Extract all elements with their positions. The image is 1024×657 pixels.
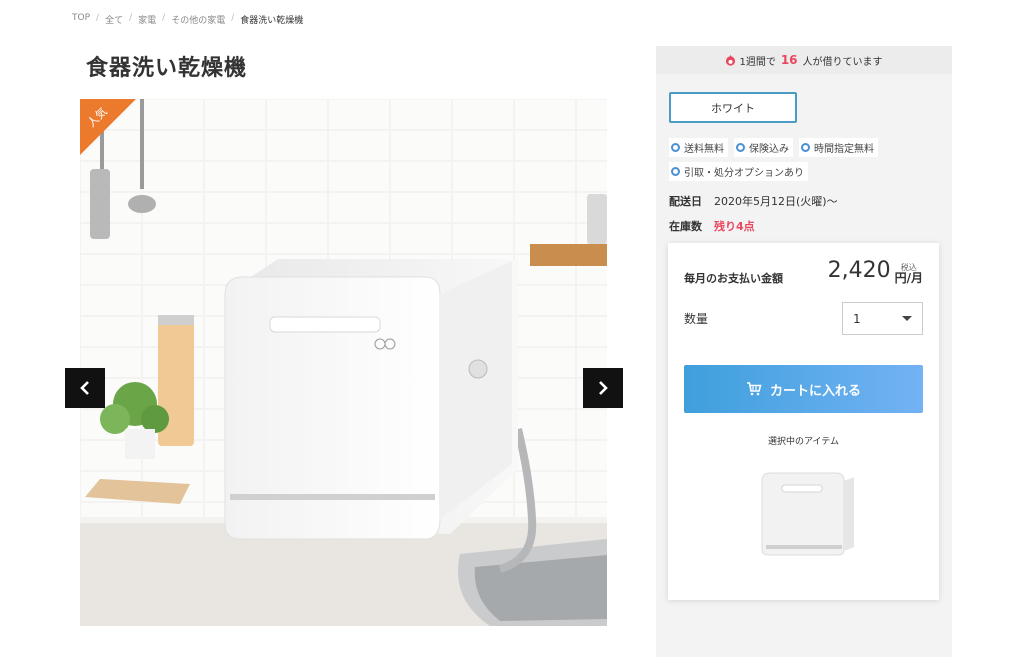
price-value: 2,420 (827, 258, 891, 283)
selected-item-thumbnail (744, 461, 864, 561)
page-title: 食器洗い乾燥機 (86, 56, 248, 81)
feature-list: 送料無料 保険込み 時間指定無料 引取・処分オプションあり (669, 138, 939, 186)
quantity-label: 数量 (684, 312, 709, 326)
monthly-price: 2,420 税込 円/月 (828, 258, 923, 284)
delivery-date-value: 2020年5月12日(火曜)〜 (714, 195, 838, 208)
color-option-white[interactable]: ホワイト (669, 92, 797, 123)
monthly-payment-label: 毎月のお支払い金額 (684, 272, 783, 285)
previous-image-button[interactable] (65, 368, 105, 408)
breadcrumb-separator: / (231, 13, 235, 23)
breadcrumb-top[interactable]: TOP (72, 13, 90, 26)
circle-icon (671, 167, 680, 176)
add-to-cart-button[interactable]: カートに入れる (684, 365, 923, 413)
delivery-date-label: 配送日 (669, 195, 702, 208)
purchase-card: 毎月のお支払い金額 2,420 税込 円/月 数量 1 カートに入れる 選択中の… (668, 243, 939, 600)
feature-item: 引取・処分オプションあり (669, 162, 808, 181)
breadcrumb-separator: / (162, 13, 166, 23)
feature-item: 時間指定無料 (799, 138, 878, 157)
add-to-cart-label: カートに入れる (769, 383, 861, 399)
feature-item: 保険込み (734, 138, 793, 157)
popular-badge: 人気 (80, 99, 136, 155)
rent-suffix: 人が借りています (802, 56, 883, 68)
rent-count: 16 (780, 53, 798, 67)
chevron-right-icon (599, 381, 608, 395)
breadcrumb-appliances[interactable]: 家電 (138, 13, 156, 26)
fire-icon (726, 54, 736, 66)
caret-down-icon (902, 316, 912, 321)
quantity-select[interactable]: 1 (842, 302, 923, 335)
feature-item: 送料無料 (669, 138, 728, 157)
breadcrumb: TOP / 全て / 家電 / その他の家電 / 食器洗い乾燥機 (72, 13, 303, 26)
delivery-date-row: 配送日 2020年5月12日(火曜)〜 (669, 193, 838, 209)
price-unit: 円/月 (894, 271, 923, 285)
stock-row: 在庫数 残り4点 (669, 218, 755, 234)
circle-icon (736, 143, 745, 152)
breadcrumb-separator: / (129, 13, 133, 23)
circle-icon (801, 143, 810, 152)
circle-icon (671, 143, 680, 152)
breadcrumb-other-appliances[interactable]: その他の家電 (171, 13, 225, 26)
stock-label: 在庫数 (669, 220, 702, 233)
breadcrumb-all[interactable]: 全て (105, 13, 123, 26)
cart-icon (746, 382, 762, 396)
rent-count-banner: 1週間で 16 人が借りています (656, 46, 952, 74)
chevron-left-icon (80, 381, 89, 395)
next-image-button[interactable] (583, 368, 623, 408)
selected-item-label: 選択中のアイテム (767, 437, 840, 447)
stock-value: 残り4点 (714, 220, 755, 233)
product-image (80, 99, 607, 626)
rent-prefix: 1週間で (739, 56, 776, 68)
breadcrumb-current: 食器洗い乾燥機 (240, 16, 304, 26)
quantity-value: 1 (853, 311, 861, 326)
breadcrumb-separator: / (96, 13, 100, 23)
